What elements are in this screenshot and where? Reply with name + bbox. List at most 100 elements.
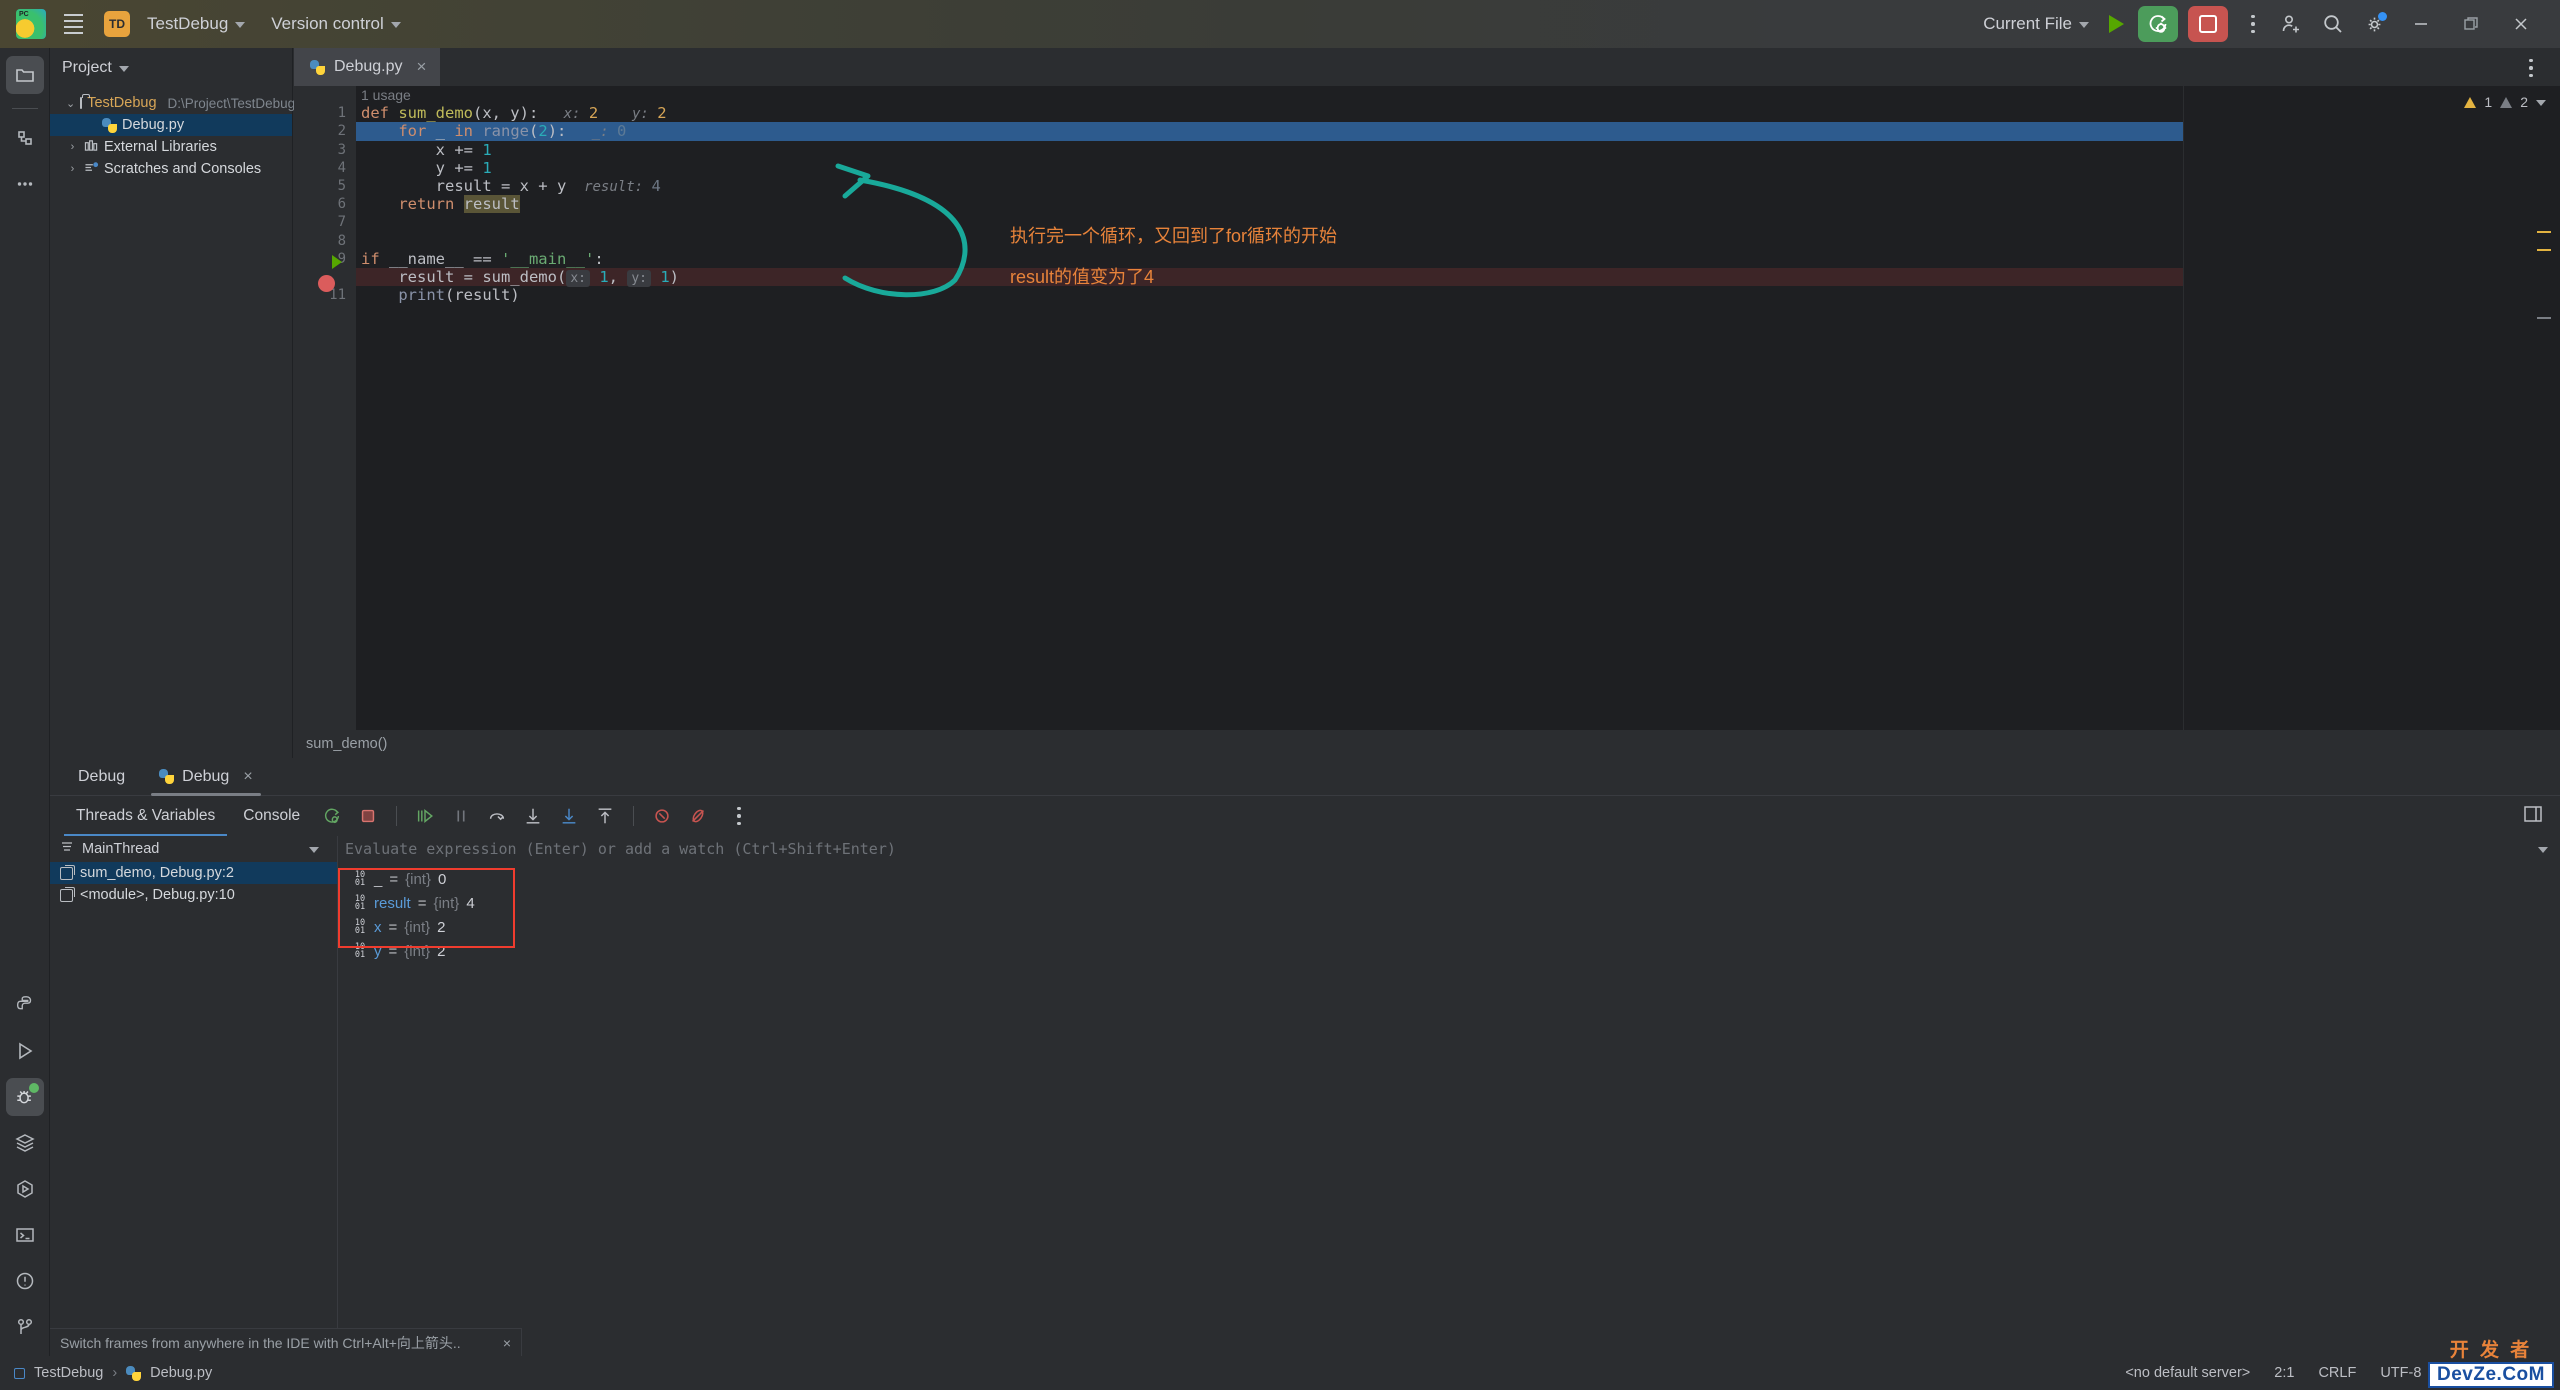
stop-button[interactable]: [2188, 6, 2228, 42]
close-icon[interactable]: [2498, 5, 2544, 43]
tab-console[interactable]: Console: [231, 799, 312, 833]
status-default-server[interactable]: <no default server>: [2125, 1365, 2250, 1381]
tree-node-debug-py[interactable]: Debug.py: [50, 114, 292, 136]
minimize-icon[interactable]: [2398, 5, 2444, 43]
run-configuration-selector[interactable]: Current File: [1983, 14, 2089, 34]
library-icon: [84, 139, 99, 156]
view-breakpoints-icon[interactable]: [646, 800, 678, 832]
tree-node-testdebug[interactable]: ⌄ TestDebug D:\Project\TestDebug: [50, 92, 295, 114]
tab-debug-session[interactable]: Debug ×: [145, 758, 267, 796]
tab-threads-variables[interactable]: Threads & Variables: [64, 799, 228, 836]
project-panel-header[interactable]: Project: [50, 48, 292, 88]
tab-label: Debug: [78, 767, 126, 785]
step-out-icon[interactable]: [589, 800, 621, 832]
sidebar-item-version-control[interactable]: [6, 1308, 44, 1346]
project-name-label: TestDebug: [147, 14, 229, 33]
evaluate-expression-field[interactable]: Evaluate expression (Enter) or add a wat…: [339, 836, 2560, 862]
chevron-down-icon[interactable]: [2538, 847, 2548, 853]
sidebar-item-debug[interactable]: [5, 1078, 44, 1116]
frames-panel: MainThread sum_demo, Debug.py:2 <module>…: [50, 836, 338, 1336]
resume-program-icon[interactable]: [409, 800, 441, 832]
variables-panel: Evaluate expression (Enter) or add a wat…: [339, 836, 2560, 1336]
version-control-menu[interactable]: Version control: [271, 14, 401, 34]
status-crumb-debug-py[interactable]: Debug.py: [150, 1365, 212, 1381]
sidebar-item-profiler[interactable]: [6, 1170, 44, 1208]
mute-breakpoints-icon[interactable]: [682, 800, 714, 832]
chevron-right-icon[interactable]: ›: [66, 141, 79, 153]
sidebar-item-project[interactable]: [5, 56, 44, 94]
status-encoding[interactable]: UTF-8: [2380, 1365, 2421, 1381]
status-caret-position[interactable]: 2:1: [2274, 1365, 2294, 1381]
sidebar-item-run[interactable]: [6, 1032, 44, 1070]
pause-program-icon[interactable]: [445, 800, 477, 832]
sidebar-item-python-packages[interactable]: [6, 986, 44, 1024]
sidebar-item-terminal[interactable]: [6, 1216, 44, 1254]
step-over-icon[interactable]: [481, 800, 513, 832]
frame-icon: [60, 864, 75, 880]
chevron-down-icon: [2079, 22, 2089, 28]
more-options-icon[interactable]: [2516, 50, 2546, 86]
layout-settings-icon[interactable]: [2522, 803, 2560, 830]
thread-selector[interactable]: MainThread: [50, 836, 337, 862]
tab-debug-tool[interactable]: Debug: [64, 758, 139, 796]
debug-button[interactable]: [2138, 6, 2178, 42]
variable-row-result[interactable]: 10 01 result = {int} 4: [353, 891, 2560, 915]
add-account-icon[interactable]: [2272, 5, 2310, 43]
main-menu-hamburger-icon[interactable]: [56, 9, 90, 39]
more-options-icon[interactable]: [724, 798, 754, 834]
toolbar-right-group: Current File: [1983, 5, 2550, 43]
evaluate-placeholder: Evaluate expression (Enter) or add a wat…: [345, 840, 896, 858]
warning-count: 1: [2484, 94, 2493, 110]
minimap-marker[interactable]: [2537, 231, 2551, 233]
sidebar-item-services[interactable]: [6, 1124, 44, 1162]
more-options-icon[interactable]: [2238, 6, 2268, 42]
inspection-widget[interactable]: 1 2: [2464, 94, 2546, 110]
force-step-into-icon[interactable]: [553, 800, 585, 832]
search-icon[interactable]: [2314, 5, 2352, 43]
stop-icon[interactable]: [352, 800, 384, 832]
breakpoint-icon[interactable]: [318, 275, 335, 292]
variable-row-underscore[interactable]: 10 01 _ = {int} 0: [353, 867, 2560, 891]
rerun-debug-icon[interactable]: [316, 800, 348, 832]
status-crumb-testdebug[interactable]: TestDebug: [34, 1365, 103, 1381]
chevron-right-icon[interactable]: ›: [66, 163, 79, 175]
tab-label: Debug.py: [334, 58, 403, 75]
chevron-down-icon[interactable]: [2536, 100, 2546, 106]
tab-debug-py[interactable]: Debug.py ×: [294, 48, 441, 86]
sidebar-item-problems[interactable]: [6, 1262, 44, 1300]
tree-node-path: D:\Project\TestDebug: [167, 95, 296, 111]
breadcrumb-label: sum_demo(): [306, 736, 388, 752]
run-line-icon[interactable]: [332, 255, 342, 269]
tab-label: Debug: [182, 767, 230, 785]
step-into-icon[interactable]: [517, 800, 549, 832]
chevron-down-icon[interactable]: ⌄: [66, 97, 75, 110]
minimap-marker[interactable]: [2537, 317, 2551, 319]
frame-row-sum-demo[interactable]: sum_demo, Debug.py:2: [50, 862, 337, 884]
line-number: 2: [337, 123, 346, 140]
rail-bottom-group: [5, 986, 44, 1360]
chevron-down-icon[interactable]: [309, 847, 319, 853]
tree-node-scratches[interactable]: › Scratches and Consoles: [50, 158, 292, 180]
watermark: 开 发 者 DevZe.CoM: [2428, 1335, 2554, 1388]
sidebar-item-structure[interactable]: [6, 119, 44, 157]
tree-node-external-libraries[interactable]: › External Libraries: [50, 136, 292, 158]
close-icon[interactable]: ×: [417, 57, 427, 77]
sidebar-item-more-tool-windows[interactable]: [6, 165, 44, 203]
maximize-icon[interactable]: [2448, 5, 2494, 43]
status-line-separator[interactable]: CRLF: [2318, 1365, 2356, 1381]
editor-breadcrumb[interactable]: sum_demo(): [294, 730, 2560, 758]
editor-tabs-bar: Debug.py ×: [294, 48, 2560, 86]
run-icon[interactable]: [2109, 15, 2124, 33]
main-toolbar: TD TestDebug Version control Current Fil…: [0, 0, 2560, 48]
variable-row-x[interactable]: 10 01 x = {int} 2: [353, 915, 2560, 939]
editor-minimap[interactable]: 1 2: [2183, 86, 2560, 758]
settings-icon[interactable]: [2356, 5, 2394, 43]
editor-gutter[interactable]: 1 2 3 4 5 6 7 8 9 11: [294, 86, 356, 758]
minimap-marker[interactable]: [2537, 249, 2551, 251]
close-icon[interactable]: ×: [243, 768, 252, 786]
frame-row-module[interactable]: <module>, Debug.py:10: [50, 884, 337, 906]
tree-node-label: External Libraries: [104, 139, 217, 155]
close-icon[interactable]: ×: [503, 1335, 511, 1351]
variable-row-y[interactable]: 10 01 y = {int} 2: [353, 939, 2560, 963]
project-selector[interactable]: TD TestDebug: [104, 11, 246, 37]
